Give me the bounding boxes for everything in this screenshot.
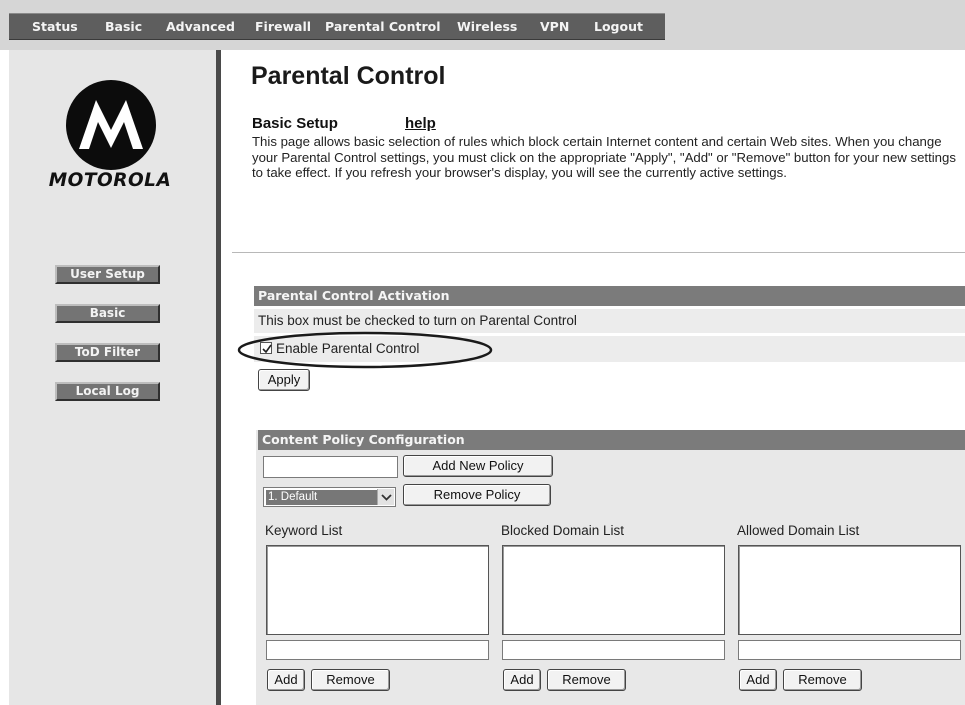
keyword-list-label: Keyword List [265,523,343,538]
activation-header: Parental Control Activation [254,286,965,306]
keyword-add-button[interactable]: Add [267,669,305,691]
nav-parental-control[interactable]: Parental Control [325,19,441,34]
nav-vpn[interactable]: VPN [540,19,569,34]
sidebar-item-tod-filter[interactable]: ToD Filter [55,343,160,362]
main-nav: Status Basic Advanced Firewall Parental … [9,13,665,40]
keyword-listbox[interactable] [266,545,489,635]
page-description: This page allows basic selection of rule… [252,134,956,180]
new-policy-input[interactable] [263,456,398,478]
add-new-policy-button[interactable]: Add New Policy [403,455,553,477]
nav-basic[interactable]: Basic [105,19,142,34]
brand-wordmark: MOTOROLA [48,170,172,191]
blocked-domain-listbox[interactable] [502,545,725,635]
content-policy-header: Content Policy Configuration [258,430,965,450]
nav-advanced[interactable]: Advanced [166,19,235,34]
keyword-remove-button[interactable]: Remove [311,669,390,691]
motorola-logo-icon [66,80,156,170]
blocked-domain-list-label: Blocked Domain List [501,523,625,538]
blocked-domain-input[interactable] [502,640,725,660]
chevron-down-icon[interactable] [377,489,394,505]
allowed-domain-input[interactable] [738,640,961,660]
policy-select[interactable]: 1. Default [263,487,396,507]
nav-firewall[interactable]: Firewall [255,19,311,34]
activation-note: This box must be checked to turn on Pare… [258,313,577,328]
sidebar-item-basic[interactable]: Basic [55,304,160,323]
remove-policy-button[interactable]: Remove Policy [403,484,551,506]
sidebar-divider [216,50,221,705]
allowed-domain-listbox[interactable] [738,545,961,635]
sidebar-item-user-setup[interactable]: User Setup [55,265,160,284]
nav-wireless[interactable]: Wireless [457,19,517,34]
blocked-domain-remove-button[interactable]: Remove [547,669,626,691]
allowed-domain-remove-button[interactable]: Remove [783,669,862,691]
allowed-domain-list-label: Allowed Domain List [737,523,860,538]
nav-logout[interactable]: Logout [594,19,643,34]
sidebar-item-local-log[interactable]: Local Log [55,382,160,401]
help-link[interactable]: help [405,115,436,132]
policy-select-value: 1. Default [266,490,378,505]
nav-status[interactable]: Status [32,19,78,34]
highlight-oval [236,330,494,370]
section-subtitle: Basic Setup [252,115,338,132]
top-bar: Status Basic Advanced Firewall Parental … [0,0,965,50]
apply-button[interactable]: Apply [258,369,310,391]
page-title: Parental Control [251,62,446,90]
blocked-domain-add-button[interactable]: Add [503,669,541,691]
keyword-input[interactable] [266,640,489,660]
allowed-domain-add-button[interactable]: Add [739,669,777,691]
divider [232,252,965,253]
